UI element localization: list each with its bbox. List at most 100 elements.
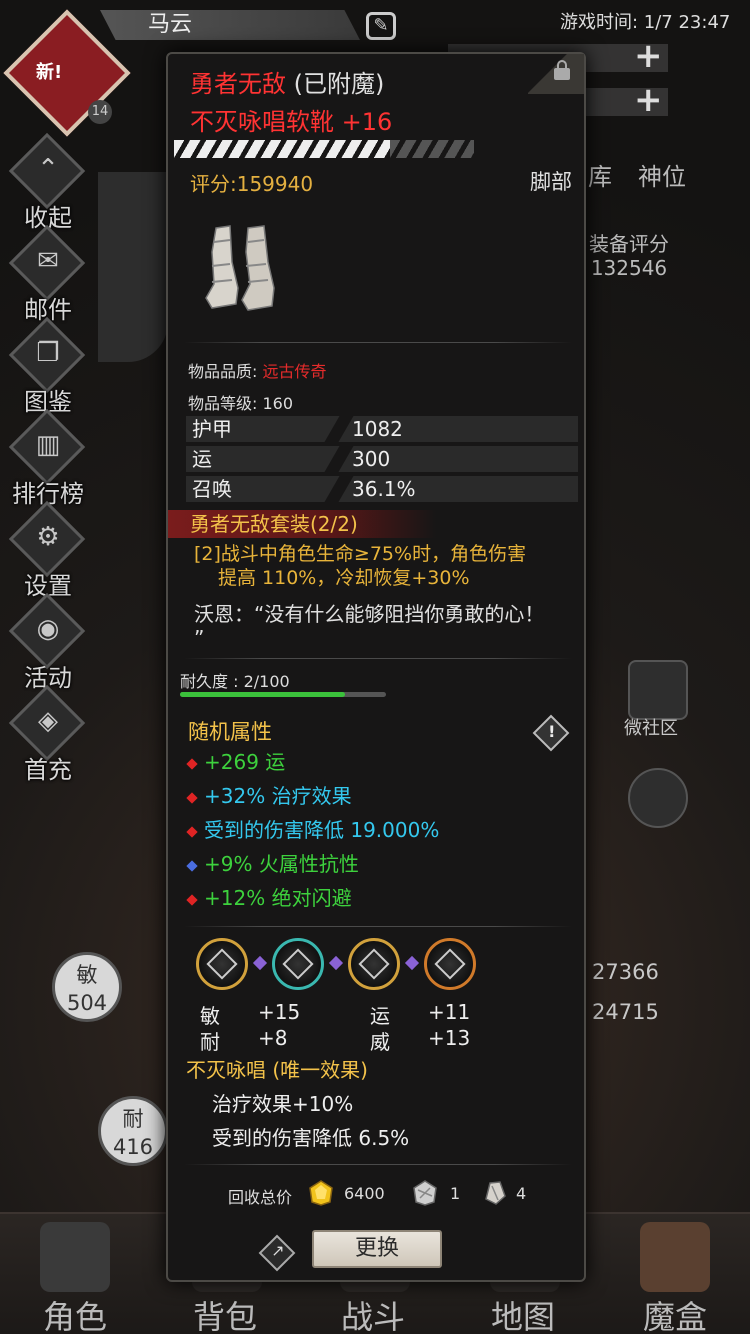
set-bonus-description: [2]战斗中角色生命≥75%时，角色伤害 提高 110%，冷却恢复+30% bbox=[194, 542, 574, 590]
crest-icon[interactable] bbox=[628, 768, 688, 828]
gem-sockets bbox=[192, 938, 572, 998]
item-quality: 物品品质: 远古传奇 bbox=[188, 358, 327, 382]
divider bbox=[184, 1164, 572, 1165]
character-banner bbox=[98, 172, 168, 362]
character-icon bbox=[40, 1222, 110, 1292]
base-stat-row: 召唤 36.1% bbox=[186, 476, 578, 502]
flavor-line: 沃恩：“没有什么能够阻挡你勇敢的心！ bbox=[194, 602, 545, 626]
recycle-label: 回收总价 bbox=[228, 1188, 293, 1207]
game-time: 游戏时间: 1/7 23:47 bbox=[560, 12, 731, 33]
gem-socket-icon[interactable] bbox=[196, 938, 248, 990]
agility-stat-value: 504 bbox=[66, 991, 108, 1015]
player-name: 马云 bbox=[100, 10, 360, 40]
base-stat-value: 36.1% bbox=[352, 477, 416, 501]
base-stat-value: 300 bbox=[352, 447, 391, 471]
gold-crystal-icon bbox=[309, 1180, 333, 1206]
unique-effect-title: 不灭咏唱 (唯一效果) bbox=[186, 1058, 368, 1082]
side-item-ranking[interactable]: ▥ 排行榜 bbox=[8, 408, 88, 508]
enhance-progress-fill bbox=[174, 140, 390, 158]
base-stat-name: 护甲 bbox=[192, 417, 232, 441]
side-item-codex[interactable]: ❐ 图鉴 bbox=[8, 316, 88, 416]
community-label[interactable]: 微社区 bbox=[624, 714, 678, 740]
enhance-progress-bar bbox=[174, 140, 474, 158]
base-stat-value: 1082 bbox=[352, 417, 403, 441]
recycle-shard-value: 4 bbox=[516, 1184, 527, 1203]
set-bonus-line: [2]战斗中角色生命≥75%时，角色伤害 bbox=[194, 543, 527, 565]
set-bonus-line: 提高 110%，冷却恢复+30% bbox=[218, 567, 470, 589]
random-attribute: 受到的伤害降低 19.000% bbox=[186, 814, 440, 843]
random-attribute: +9% 火属性抗性 bbox=[186, 848, 359, 877]
lock-icon[interactable] bbox=[554, 60, 570, 80]
avatar-new-badge: 新! bbox=[36, 62, 63, 83]
stat-value-1: 27366 bbox=[592, 960, 659, 984]
side-item-settings[interactable]: ⚙ 设置 bbox=[8, 500, 88, 600]
gem-stat-value: +8 bbox=[258, 1026, 288, 1050]
gem-stat-name: 威 bbox=[370, 1030, 390, 1054]
enchant-status: (已附魔) bbox=[293, 70, 385, 98]
flavor-text: 沃恩：“没有什么能够阻挡你勇敢的心！ ” bbox=[194, 602, 574, 650]
tab-storage[interactable]: 库 bbox=[588, 158, 612, 196]
endurance-stat-value: 416 bbox=[112, 1135, 154, 1159]
item-score: 评分:159940 bbox=[190, 172, 314, 196]
edit-icon[interactable]: ✎ bbox=[366, 12, 396, 40]
level-badge: 14 bbox=[88, 100, 112, 124]
item-set-title: 勇者无敌 (已附魔) bbox=[190, 64, 384, 99]
set-bonus-title: 勇者无敌套装(2/2) bbox=[168, 510, 436, 538]
share-button[interactable]: ↗ bbox=[258, 1234, 296, 1272]
endurance-stat: 耐 416 bbox=[98, 1096, 168, 1166]
divider bbox=[184, 658, 572, 659]
side-menu: ⌃ 收起 ✉ 邮件 ❐ 图鉴 ▥ 排行榜 ⚙ 设置 ◉ 活动 ◈ 首充 bbox=[8, 132, 88, 784]
base-stat-name: 运 bbox=[192, 447, 212, 471]
durability-fill bbox=[180, 692, 345, 697]
recycle-gold-value: 6400 bbox=[344, 1184, 385, 1203]
gem-stat-name: 敏 bbox=[200, 1004, 220, 1028]
random-attribute: +32% 治疗效果 bbox=[186, 780, 352, 809]
random-attribute-text: +269 运 bbox=[204, 750, 286, 774]
gem-link-icon bbox=[402, 955, 422, 971]
gem-stat-name: 耐 bbox=[200, 1030, 220, 1054]
gem-socket-icon[interactable] bbox=[348, 938, 400, 990]
random-attribute-text: 受到的伤害降低 19.000% bbox=[204, 818, 440, 842]
side-item-mail[interactable]: ✉ 邮件 bbox=[8, 224, 88, 324]
side-item-first-recharge[interactable]: ◈ 首充 bbox=[8, 684, 88, 784]
flavor-line: ” bbox=[194, 626, 205, 650]
unique-effect-line: 治疗效果+10% bbox=[212, 1092, 354, 1116]
equip-score-label: 装备评分 bbox=[589, 232, 669, 256]
add-resource-2-button[interactable]: + bbox=[634, 83, 663, 117]
boots-icon bbox=[205, 225, 275, 311]
equip-score: 装备评分 132546 bbox=[584, 232, 674, 280]
info-icon[interactable]: ! bbox=[532, 714, 570, 752]
side-item-collapse[interactable]: ⌃ 收起 bbox=[8, 132, 88, 232]
random-attribute: +12% 绝对闪避 bbox=[186, 882, 352, 911]
random-attribute: +269 运 bbox=[186, 746, 286, 775]
shard-icon bbox=[485, 1181, 506, 1205]
enhance-progress-empty bbox=[390, 140, 474, 158]
gem-socket-icon[interactable] bbox=[424, 938, 476, 990]
magic-box-icon bbox=[640, 1222, 710, 1292]
random-attribute-text: +32% 治疗效果 bbox=[204, 784, 352, 808]
random-attribute-text: +12% 绝对闪避 bbox=[204, 886, 352, 910]
tab-god-seat[interactable]: 神位 bbox=[638, 158, 686, 196]
divider bbox=[184, 342, 572, 343]
add-resource-1-button[interactable]: + bbox=[634, 39, 663, 73]
gem-stat-value: +13 bbox=[428, 1026, 471, 1050]
side-item-events[interactable]: ◉ 活动 bbox=[8, 592, 88, 692]
equip-score-value: 132546 bbox=[590, 256, 668, 280]
random-attributes-title: 随机属性 bbox=[188, 720, 272, 744]
nav-map[interactable]: 地图 bbox=[448, 1292, 598, 1334]
nav-battle[interactable]: 战斗 bbox=[298, 1292, 448, 1334]
community-icon[interactable] bbox=[628, 660, 688, 720]
nav-character[interactable]: 角色 bbox=[0, 1292, 150, 1334]
nav-magic-box[interactable]: 魔盒 bbox=[600, 1292, 750, 1334]
replace-button[interactable]: 更换 bbox=[312, 1230, 442, 1268]
gem-link-icon bbox=[250, 955, 270, 971]
share-icon: ↗ bbox=[271, 1240, 285, 1260]
stat-value-2: 24715 bbox=[592, 1000, 659, 1024]
nav-backpack[interactable]: 背包 bbox=[150, 1292, 300, 1334]
item-set-name: 勇者无敌 bbox=[190, 70, 286, 98]
top-bar: 马云 ✎ 游戏时间: 1/7 23:47 bbox=[0, 0, 750, 40]
item-name: 不灭咏唱软靴 +16 bbox=[190, 108, 393, 136]
item-quality-label: 物品品质: bbox=[188, 362, 263, 381]
item-tooltip-panel: 勇者无敌 (已附魔) 不灭咏唱软靴 +16 评分:159940 脚部 物品品质:… bbox=[166, 52, 586, 1282]
gem-socket-icon[interactable] bbox=[272, 938, 324, 990]
